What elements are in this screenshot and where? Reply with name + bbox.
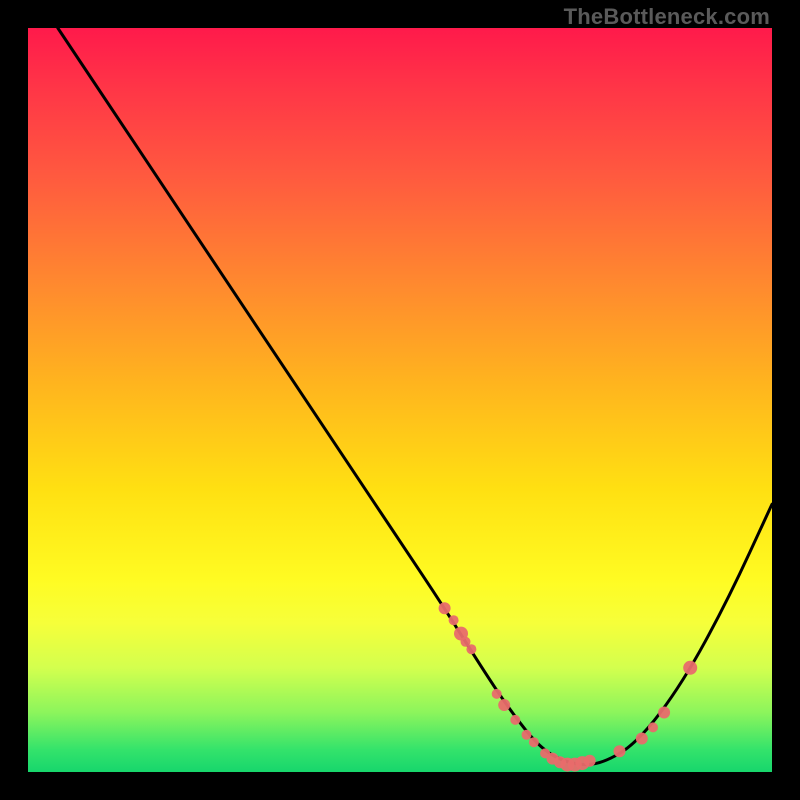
highlight-point (584, 755, 596, 767)
attribution-text: TheBottleneck.com (564, 4, 770, 30)
gradient-plot-area (28, 28, 772, 772)
highlight-point (658, 707, 670, 719)
highlight-point (522, 730, 532, 740)
chart-stage: TheBottleneck.com (0, 0, 800, 800)
highlight-point (648, 722, 658, 732)
highlight-point (683, 661, 697, 675)
highlight-point (498, 699, 510, 711)
highlight-point (492, 689, 502, 699)
highlight-point (529, 737, 539, 747)
highlight-point (636, 733, 648, 745)
highlight-point (466, 644, 476, 654)
curve-overlay (28, 28, 772, 772)
bottleneck-curve (58, 28, 772, 765)
highlight-points (439, 602, 698, 771)
highlight-point (614, 745, 626, 757)
highlight-point (449, 615, 459, 625)
highlight-point (439, 602, 451, 614)
highlight-point (510, 715, 520, 725)
